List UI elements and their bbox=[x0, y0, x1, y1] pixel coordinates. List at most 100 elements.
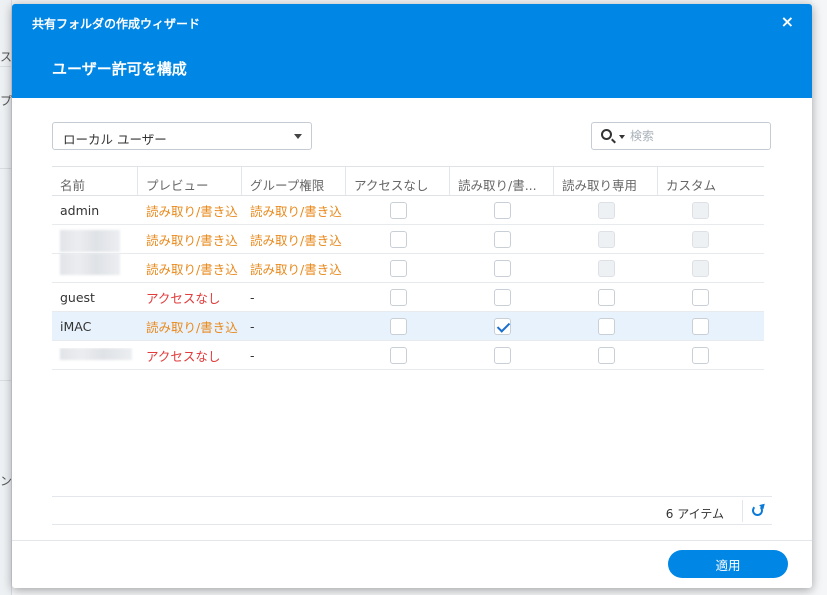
row-preview: 読み取り/書き込 bbox=[146, 261, 238, 277]
table-row[interactable]: アクセスなし - bbox=[52, 341, 764, 370]
read-write-checkbox[interactable] bbox=[493, 259, 511, 277]
read-only-checkbox bbox=[597, 259, 615, 277]
table-row[interactable]: 読み取り/書き込 読み取り/書き込 bbox=[52, 252, 764, 284]
row-group-permission: - bbox=[250, 289, 255, 305]
row-name: admin bbox=[60, 202, 100, 218]
no-access-cell bbox=[346, 346, 450, 364]
shared-folder-wizard-dialog: 共有フォルダの作成ウィザード × ユーザー許可を構成 ローカル ユーザー 名前 … bbox=[12, 4, 812, 588]
row-name bbox=[52, 252, 138, 284]
read-only-cell bbox=[554, 201, 658, 219]
custom-checkbox[interactable] bbox=[691, 346, 709, 364]
custom-checkbox bbox=[691, 201, 709, 219]
row-group-permission: 読み取り/書き込 bbox=[250, 261, 342, 277]
read-only-checkbox[interactable] bbox=[597, 346, 615, 364]
custom-cell bbox=[658, 201, 742, 219]
row-name bbox=[52, 224, 138, 255]
row-group-permission: 読み取り/書き込 bbox=[250, 203, 342, 219]
read-write-checkbox[interactable] bbox=[493, 346, 511, 364]
custom-cell bbox=[658, 317, 742, 335]
custom-checkbox bbox=[691, 259, 709, 277]
read-write-cell bbox=[450, 317, 554, 335]
column-header-name[interactable]: 名前 bbox=[52, 167, 138, 195]
close-icon[interactable]: × bbox=[781, 14, 794, 30]
table-footer: 6 アイテム bbox=[52, 496, 772, 525]
read-only-cell bbox=[554, 317, 658, 335]
read-write-checkbox[interactable] bbox=[493, 288, 511, 306]
background-glyph: ス bbox=[0, 50, 13, 64]
background-glyph: プ bbox=[0, 94, 13, 108]
read-only-checkbox bbox=[597, 230, 615, 248]
user-type-dropdown-value: ローカル ユーザー bbox=[63, 132, 167, 147]
column-header-group-permission[interactable]: グループ権限 bbox=[242, 167, 346, 195]
read-write-checkbox[interactable] bbox=[493, 230, 511, 248]
custom-checkbox bbox=[691, 230, 709, 248]
custom-checkbox[interactable] bbox=[691, 317, 709, 335]
row-preview: 読み取り/書き込 bbox=[146, 203, 238, 219]
read-only-checkbox[interactable] bbox=[597, 288, 615, 306]
redacted-name bbox=[60, 252, 120, 275]
row-group-permission: - bbox=[250, 318, 255, 334]
permissions-table: 名前 プレビュー グループ権限 アクセスなし 読み取り/書... 読み取り専用 … bbox=[52, 166, 764, 370]
background-right-strip bbox=[812, 0, 827, 595]
search-options-chevron-icon[interactable] bbox=[619, 135, 625, 139]
row-name: guest bbox=[60, 289, 95, 305]
column-header-preview[interactable]: プレビュー bbox=[138, 167, 242, 195]
no-access-cell bbox=[346, 259, 450, 277]
read-write-cell bbox=[450, 259, 554, 277]
row-name bbox=[52, 347, 138, 363]
read-only-cell bbox=[554, 288, 658, 306]
row-preview: 読み取り/書き込 bbox=[146, 319, 238, 335]
user-type-dropdown[interactable]: ローカル ユーザー bbox=[52, 122, 312, 150]
chevron-down-icon bbox=[294, 134, 302, 139]
custom-checkbox[interactable] bbox=[691, 288, 709, 306]
no-access-checkbox[interactable] bbox=[389, 230, 407, 248]
background-divider bbox=[0, 66, 12, 67]
background-glyph: ン bbox=[0, 474, 13, 488]
read-write-cell bbox=[450, 288, 554, 306]
no-access-checkbox[interactable] bbox=[389, 317, 407, 335]
row-preview: アクセスなし bbox=[146, 348, 221, 364]
custom-cell bbox=[658, 259, 742, 277]
search-input[interactable] bbox=[630, 127, 765, 145]
column-header-custom[interactable]: カスタム bbox=[658, 167, 742, 195]
read-only-cell bbox=[554, 259, 658, 277]
no-access-checkbox[interactable] bbox=[389, 288, 407, 306]
apply-button[interactable]: 適用 bbox=[668, 550, 788, 578]
search-icon[interactable] bbox=[601, 129, 612, 140]
read-write-checkbox[interactable] bbox=[493, 201, 511, 219]
read-write-cell bbox=[450, 230, 554, 248]
item-count: 6 アイテム bbox=[665, 507, 724, 521]
row-group-permission: - bbox=[250, 347, 255, 363]
column-header-read-only[interactable]: 読み取り専用 bbox=[554, 167, 658, 195]
column-header-no-access[interactable]: アクセスなし bbox=[346, 167, 450, 195]
redacted-name bbox=[60, 229, 120, 252]
no-access-cell bbox=[346, 201, 450, 219]
read-write-cell bbox=[450, 201, 554, 219]
no-access-cell bbox=[346, 230, 450, 248]
column-header-read-write[interactable]: 読み取り/書... bbox=[450, 167, 554, 195]
table-row-selected[interactable]: iMAC 読み取り/書き込 - bbox=[52, 312, 764, 341]
no-access-checkbox[interactable] bbox=[389, 346, 407, 364]
table-row[interactable]: 読み取り/書き込 読み取り/書き込 bbox=[52, 225, 764, 254]
no-access-cell bbox=[346, 317, 450, 335]
background-sidebar: ス プ ン bbox=[0, 0, 12, 595]
dialog-header: 共有フォルダの作成ウィザード × ユーザー許可を構成 bbox=[12, 4, 812, 98]
custom-cell bbox=[658, 346, 742, 364]
background-divider bbox=[0, 168, 12, 169]
read-only-checkbox bbox=[597, 201, 615, 219]
redacted-name bbox=[60, 347, 132, 360]
read-only-checkbox[interactable] bbox=[597, 317, 615, 335]
wizard-title: 共有フォルダの作成ウィザード bbox=[32, 17, 201, 31]
no-access-checkbox[interactable] bbox=[389, 201, 407, 219]
search-box[interactable] bbox=[591, 122, 771, 150]
background-divider bbox=[0, 380, 12, 381]
table-row[interactable]: guest アクセスなし - bbox=[52, 283, 764, 312]
table-header: 名前 プレビュー グループ権限 アクセスなし 読み取り/書... 読み取り専用 … bbox=[52, 166, 764, 196]
table-row[interactable]: admin 読み取り/書き込 読み取り/書き込 bbox=[52, 196, 764, 225]
no-access-checkbox[interactable] bbox=[389, 259, 407, 277]
custom-cell bbox=[658, 230, 742, 248]
read-write-checkbox-checked[interactable] bbox=[493, 317, 511, 335]
read-only-cell bbox=[554, 230, 658, 248]
no-access-cell bbox=[346, 288, 450, 306]
refresh-icon[interactable] bbox=[742, 500, 768, 522]
